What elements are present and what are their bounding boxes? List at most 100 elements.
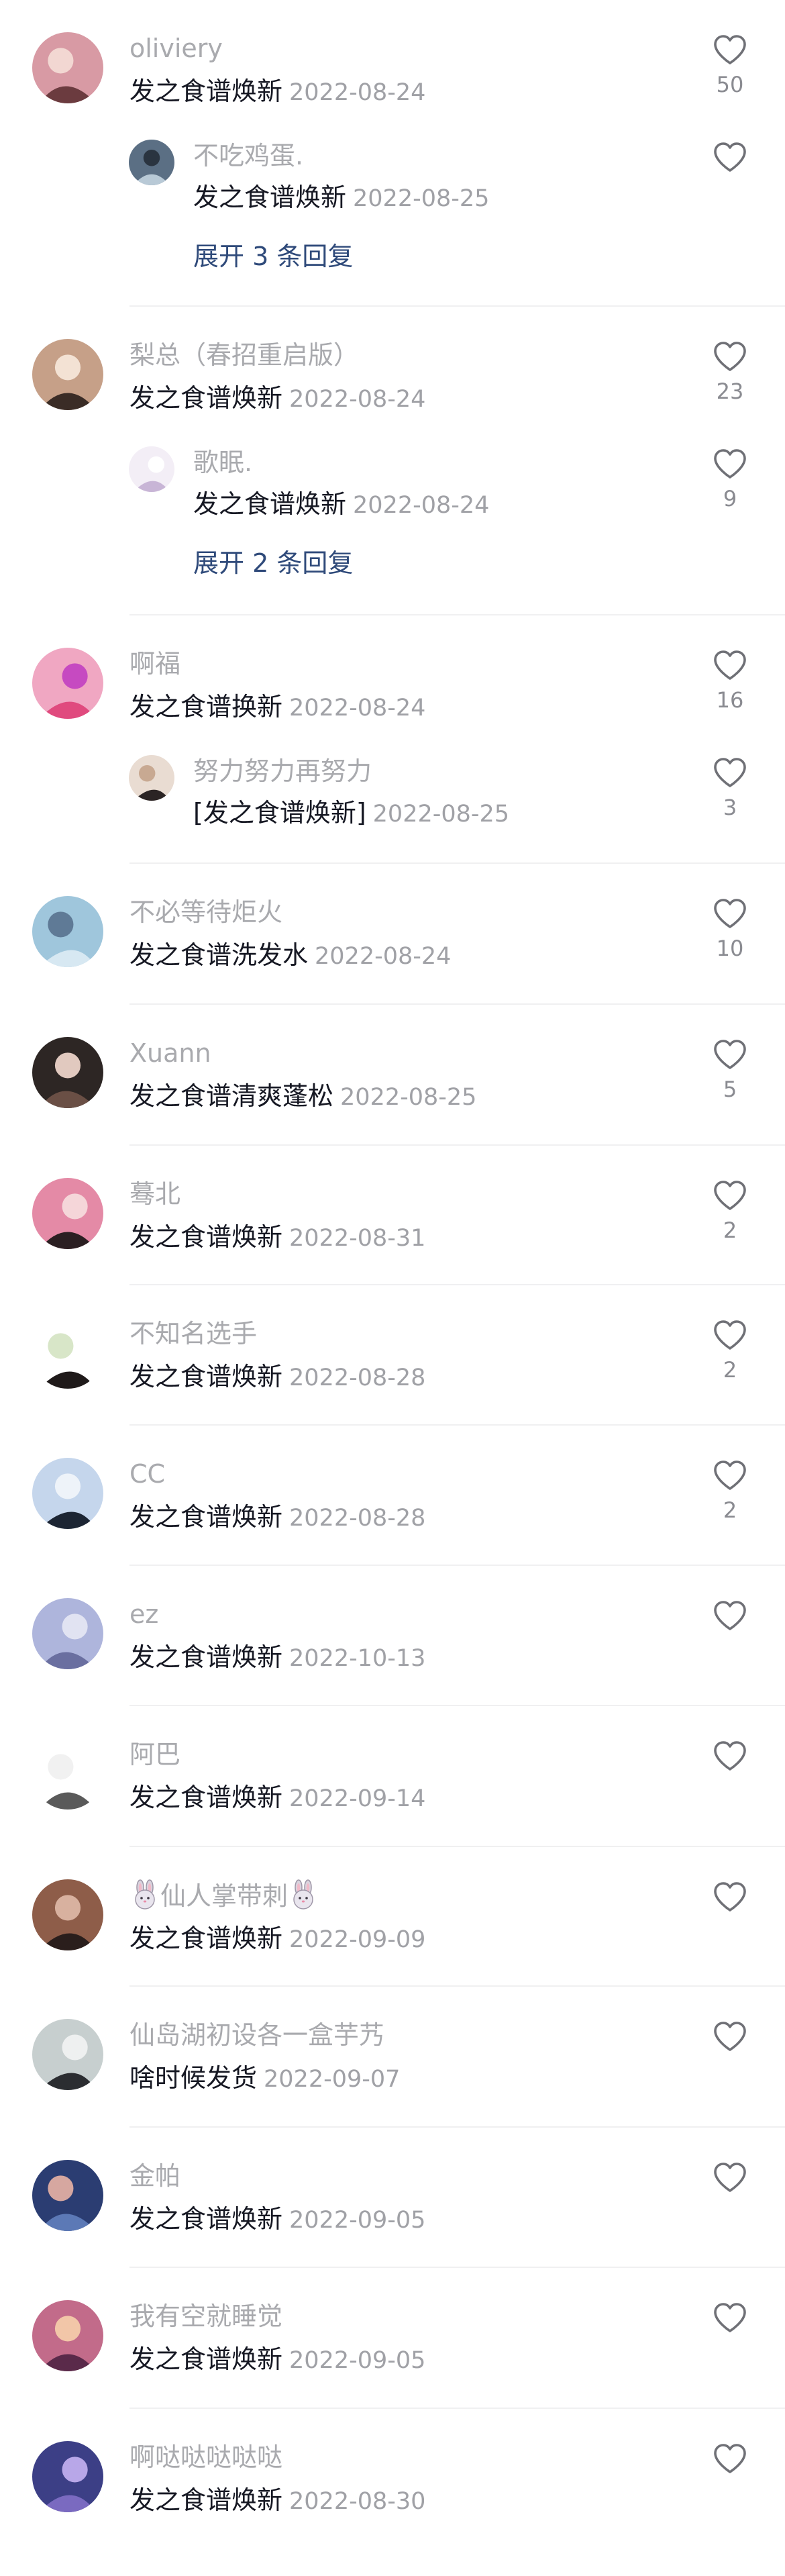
avatar[interactable] [32,1598,103,1669]
avatar[interactable] [32,1738,103,1810]
username[interactable]: Xuann [129,1037,211,1069]
like-count: 10 [716,936,744,961]
username[interactable]: 啊福 [129,648,180,680]
username[interactable]: 梨总（春招重启版） [129,339,359,371]
comment-date: 2022-08-24 [353,492,490,519]
divider [129,1144,785,1146]
like-button[interactable] [710,141,750,173]
reply-avatar[interactable] [129,755,174,801]
comment-item: 不必等待炬火发之食谱洗发水 2022-08-24 10 [0,896,785,1017]
comment-item: oliviery 发之食谱焕新 2022-08-24 50 不吃鸡蛋. 发之食谱焕新 202… [0,32,785,314]
like-button[interactable] [710,1599,750,1632]
heart-icon[interactable] [710,448,750,480]
like-button[interactable] [710,1740,750,1772]
reply-avatar[interactable] [129,140,174,185]
comment-date: 2022-08-24 [289,79,426,106]
like-button[interactable]: 2 [710,1179,750,1244]
like-button[interactable] [710,2020,750,2052]
comment-content: 发之食谱焕新 [129,383,283,413]
username[interactable]: 金帕 [129,2160,180,2192]
reply-avatar[interactable] [129,446,174,492]
reply-username[interactable]: 努力努力再努力 [193,755,372,787]
heart-icon[interactable] [710,1881,750,1913]
heart-icon[interactable] [710,2161,750,2193]
divider [129,1565,785,1566]
username[interactable]: 啊哒哒哒哒哒 [129,2441,282,2473]
like-button[interactable]: 16 [710,649,750,713]
username[interactable]: 不知名选手 [129,1318,257,1350]
heart-icon[interactable] [710,1038,750,1071]
heart-icon[interactable] [710,1179,750,1211]
heart-icon[interactable] [710,1319,750,1351]
username[interactable]: 阿巴 [129,1738,180,1771]
heart-icon[interactable] [710,141,750,173]
like-button[interactable] [710,2301,750,2334]
username[interactable]: 仙人掌带刺 [129,1879,319,1912]
comment-text-line: 发之食谱焕新 2022-08-30 [129,2484,425,2518]
username[interactable]: ez [129,1598,158,1630]
reply-username[interactable]: 不吃鸡蛋. [193,140,303,172]
reply-username[interactable]: 歌眠. [193,446,252,479]
avatar[interactable] [32,2300,103,2371]
username[interactable]: CC [129,1458,165,1490]
comment-date: 2022-08-25 [372,801,510,828]
avatar[interactable] [32,339,103,410]
comment-content: 发之食谱焕新 [129,2204,283,2234]
avatar[interactable] [32,896,103,967]
comment-text-line: [发之食谱焕新] 2022-08-25 [193,797,509,830]
heart-icon[interactable] [710,34,750,66]
heart-icon[interactable] [710,1599,750,1632]
expand-replies-link[interactable]: 展开 3 条回复 [193,240,353,273]
heart-icon[interactable] [710,756,750,789]
comment-content: 发之食谱焕新 [129,1783,283,1812]
like-button[interactable]: 2 [710,1319,750,1383]
comment-text-line: 发之食谱焕新 2022-08-28 [129,1360,425,1394]
comment-date: 2022-08-25 [353,185,490,212]
rabbit-icon [129,1879,160,1910]
like-button[interactable]: 9 [710,448,750,512]
like-count: 9 [723,486,737,511]
heart-icon[interactable] [710,1459,750,1491]
avatar[interactable] [32,1879,103,1950]
comment-content: 发之食谱焕新 [129,2485,283,2515]
like-button[interactable]: 10 [710,897,750,962]
username[interactable]: 蓦北 [129,1178,180,1210]
comment-text-line: 发之食谱洗发水 2022-08-24 [129,939,451,973]
username[interactable]: 我有空就睡觉 [129,2300,282,2332]
avatar[interactable] [32,2019,103,2090]
like-button[interactable]: 23 [710,340,750,405]
heart-icon[interactable] [710,897,750,930]
heart-icon[interactable] [710,340,750,373]
like-button[interactable]: 50 [710,34,750,98]
username[interactable]: oliviery [129,32,223,64]
like-button[interactable] [710,1881,750,1913]
like-button[interactable] [710,2442,750,2475]
heart-icon[interactable] [710,2020,750,2052]
heart-icon[interactable] [710,2301,750,2334]
avatar[interactable] [32,2160,103,2231]
rabbit-icon [288,1879,319,1910]
avatar[interactable] [32,2441,103,2512]
username[interactable]: 不必等待炬火 [129,896,282,928]
comment-content: 发之食谱清爽蓬松 [129,1081,334,1111]
comment-content: [发之食谱焕新] [193,798,366,828]
username[interactable]: 仙岛湖初设各一盒芋艿 [129,2019,384,2051]
comment-date: 2022-08-28 [289,1505,426,1532]
avatar[interactable] [32,1318,103,1389]
comment-content: 发之食谱焕新 [193,489,347,519]
expand-replies-link[interactable]: 展开 2 条回复 [193,547,353,579]
heart-icon[interactable] [710,1740,750,1772]
like-button[interactable]: 2 [710,1459,750,1524]
avatar[interactable] [32,32,103,103]
like-button[interactable] [710,2161,750,2193]
avatar[interactable] [32,1037,103,1108]
like-button[interactable]: 5 [710,1038,750,1103]
divider [129,1003,785,1005]
heart-icon[interactable] [710,2442,750,2475]
avatar[interactable] [32,1458,103,1529]
avatar[interactable] [32,648,103,719]
avatar[interactable] [32,1178,103,1249]
like-button[interactable]: 3 [710,756,750,821]
heart-icon[interactable] [710,649,750,681]
like-count: 16 [716,687,744,713]
